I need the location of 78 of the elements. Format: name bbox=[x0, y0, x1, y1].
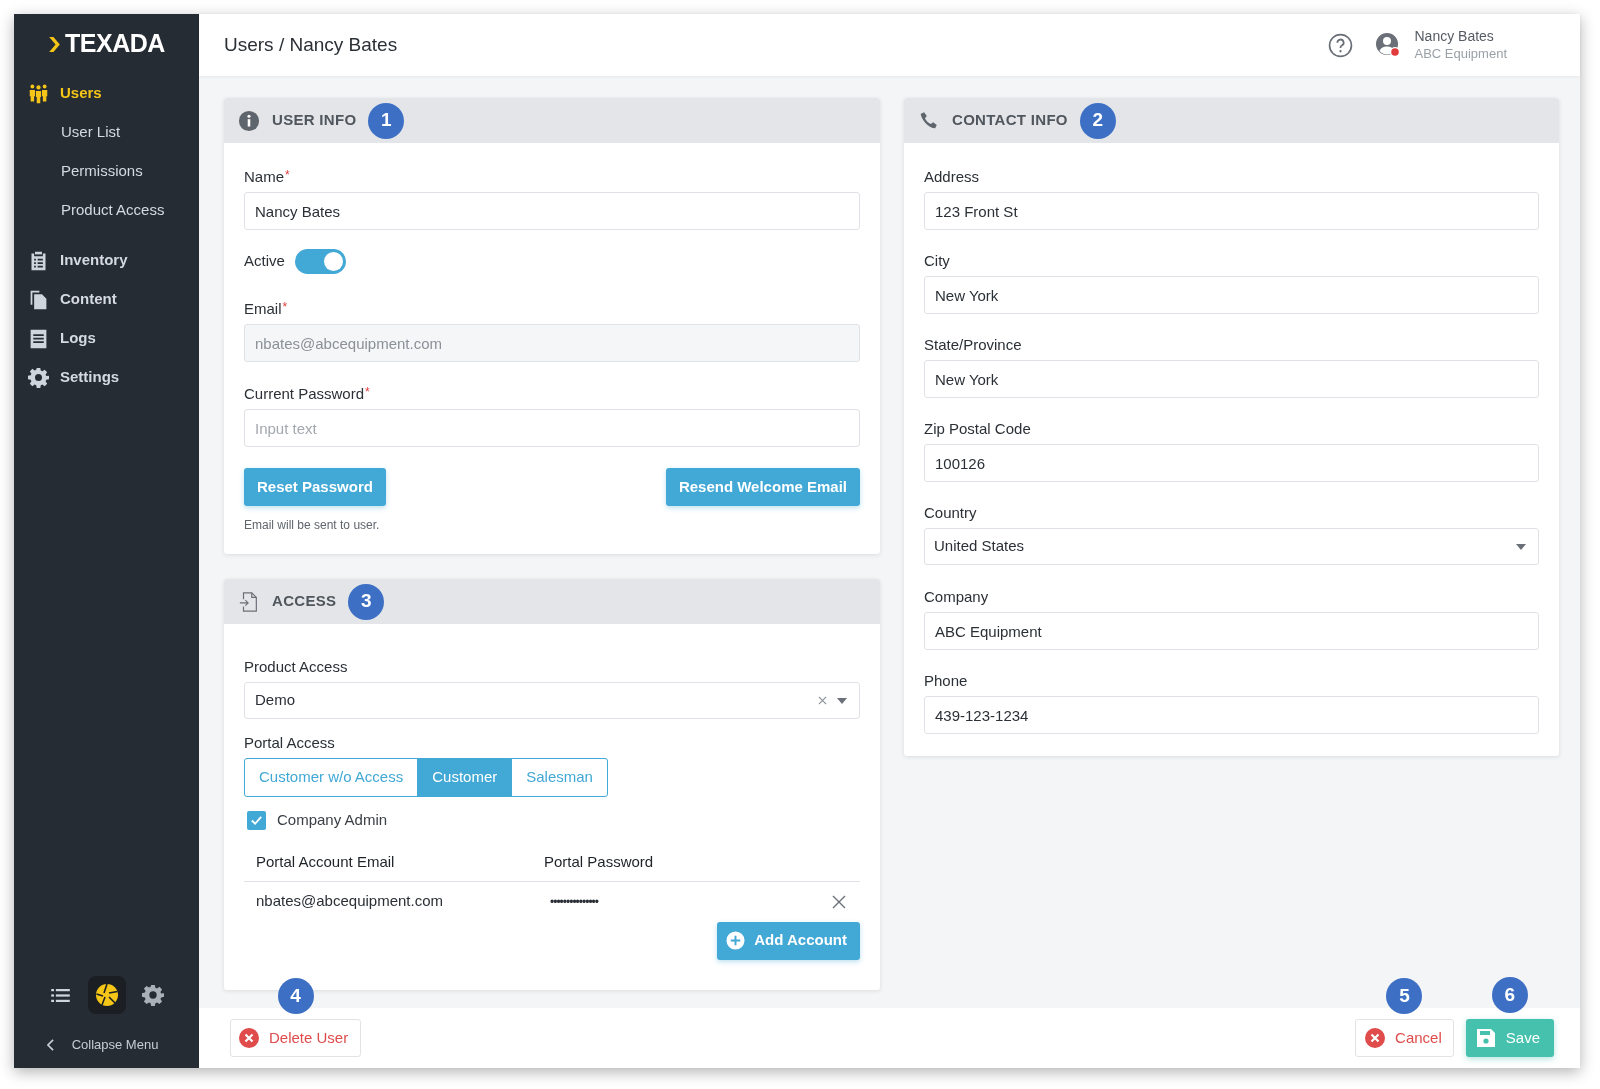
dropdown-field[interactable]: United States bbox=[924, 528, 1539, 565]
nav-item[interactable]: Users bbox=[14, 74, 199, 113]
close-circle-icon bbox=[239, 1028, 259, 1048]
caret-icon bbox=[837, 697, 847, 704]
text-field[interactable]: ABC Equipment bbox=[924, 612, 1539, 650]
document-enter-icon bbox=[238, 590, 260, 613]
check-icon bbox=[250, 813, 263, 827]
card-title: ACCESS bbox=[272, 591, 337, 612]
text-field[interactable]: Nancy Bates bbox=[244, 192, 860, 230]
field-label: Product Access bbox=[244, 657, 348, 677]
table-cell-text: ••••••••••••••• bbox=[550, 893, 600, 911]
nav-item[interactable]: Content bbox=[14, 280, 199, 319]
required-mark: * bbox=[282, 299, 288, 316]
aperture-icon bbox=[94, 983, 119, 1007]
settings-icon bbox=[28, 367, 49, 388]
column-header: Portal Account Email bbox=[256, 852, 396, 873]
callout-badge: 1 bbox=[368, 102, 405, 139]
user-name: Nancy Bates bbox=[1414, 28, 1495, 45]
list-icon bbox=[51, 988, 70, 1002]
breadcrumb-title: Users / Nancy Bates bbox=[224, 32, 398, 57]
close-circle-icon bbox=[1365, 1028, 1386, 1048]
text-field[interactable]: 100126 bbox=[924, 444, 1539, 482]
field-label: Active bbox=[244, 251, 285, 272]
callout-badge: 4 bbox=[277, 978, 314, 1014]
chevron-left-icon bbox=[46, 1039, 54, 1051]
nav-subitem[interactable]: Product Access bbox=[14, 191, 199, 230]
info-icon bbox=[238, 109, 260, 132]
nav-subitem[interactable]: Permissions bbox=[14, 152, 199, 191]
field-label: Portal Access bbox=[244, 733, 335, 753]
card-title: CONTACT INFO bbox=[952, 110, 1068, 131]
field-label: Country bbox=[924, 503, 977, 523]
plus-circle-icon bbox=[726, 931, 746, 950]
field-label: Phone bbox=[924, 671, 968, 691]
help-icon[interactable] bbox=[1327, 32, 1353, 58]
field-label: Name bbox=[244, 167, 284, 187]
field-label: Zip Postal Code bbox=[924, 419, 1031, 439]
callout-badge: 5 bbox=[1386, 978, 1423, 1014]
aperture-button[interactable] bbox=[87, 976, 126, 1014]
required-mark: * bbox=[365, 384, 370, 401]
field-label: Address bbox=[924, 167, 980, 187]
table-cell-text: nbates@abcequipment.com bbox=[256, 891, 444, 912]
callout-badge: 2 bbox=[1079, 102, 1116, 139]
callout-badge: 6 bbox=[1491, 977, 1528, 1013]
toggle-switch[interactable] bbox=[294, 249, 346, 274]
field-label: Current Password bbox=[244, 384, 365, 404]
settings-icon bbox=[141, 984, 164, 1006]
checkbox-label: Company Admin bbox=[277, 810, 388, 830]
logo-text: TEXADA bbox=[65, 28, 165, 60]
field-label: Email bbox=[244, 299, 282, 319]
callout-badge: 3 bbox=[348, 583, 385, 620]
caret-icon bbox=[1516, 543, 1526, 550]
checkbox[interactable] bbox=[247, 810, 266, 830]
collapse-menu-button[interactable]: Collapse Menu bbox=[46, 1030, 167, 1060]
chevron-logo-icon bbox=[48, 35, 62, 53]
text-field[interactable]: Input text bbox=[244, 409, 860, 447]
dropdown-field[interactable]: Demo bbox=[244, 682, 860, 719]
list-document-icon bbox=[28, 328, 49, 349]
text-field[interactable]: New York bbox=[924, 360, 1539, 398]
remove-icon[interactable] bbox=[832, 894, 846, 909]
field-label: State/Province bbox=[924, 335, 1022, 355]
nav-item[interactable]: Inventory bbox=[14, 241, 199, 280]
user-company: ABC Equipment bbox=[1414, 45, 1507, 62]
field-label: Company bbox=[924, 587, 989, 607]
text-field[interactable]: 123 Front St bbox=[924, 192, 1539, 230]
card-title: USER INFO bbox=[272, 110, 357, 131]
nav-subitem[interactable]: User List bbox=[14, 113, 199, 152]
text-field[interactable]: 439-123-1234 bbox=[924, 696, 1539, 734]
field-label: City bbox=[924, 251, 950, 271]
text-field[interactable]: New York bbox=[924, 276, 1539, 314]
user-avatar-icon[interactable] bbox=[1374, 32, 1401, 58]
required-mark: * bbox=[285, 167, 290, 184]
column-header: Portal Password bbox=[544, 852, 654, 873]
documents-icon bbox=[28, 289, 49, 310]
nav-item[interactable]: Settings bbox=[14, 358, 199, 397]
users-icon bbox=[28, 83, 49, 104]
nav-item[interactable]: Logs bbox=[14, 319, 199, 358]
clear-icon[interactable] bbox=[818, 696, 827, 705]
helper-note: Email will be sent to user. bbox=[244, 517, 381, 534]
